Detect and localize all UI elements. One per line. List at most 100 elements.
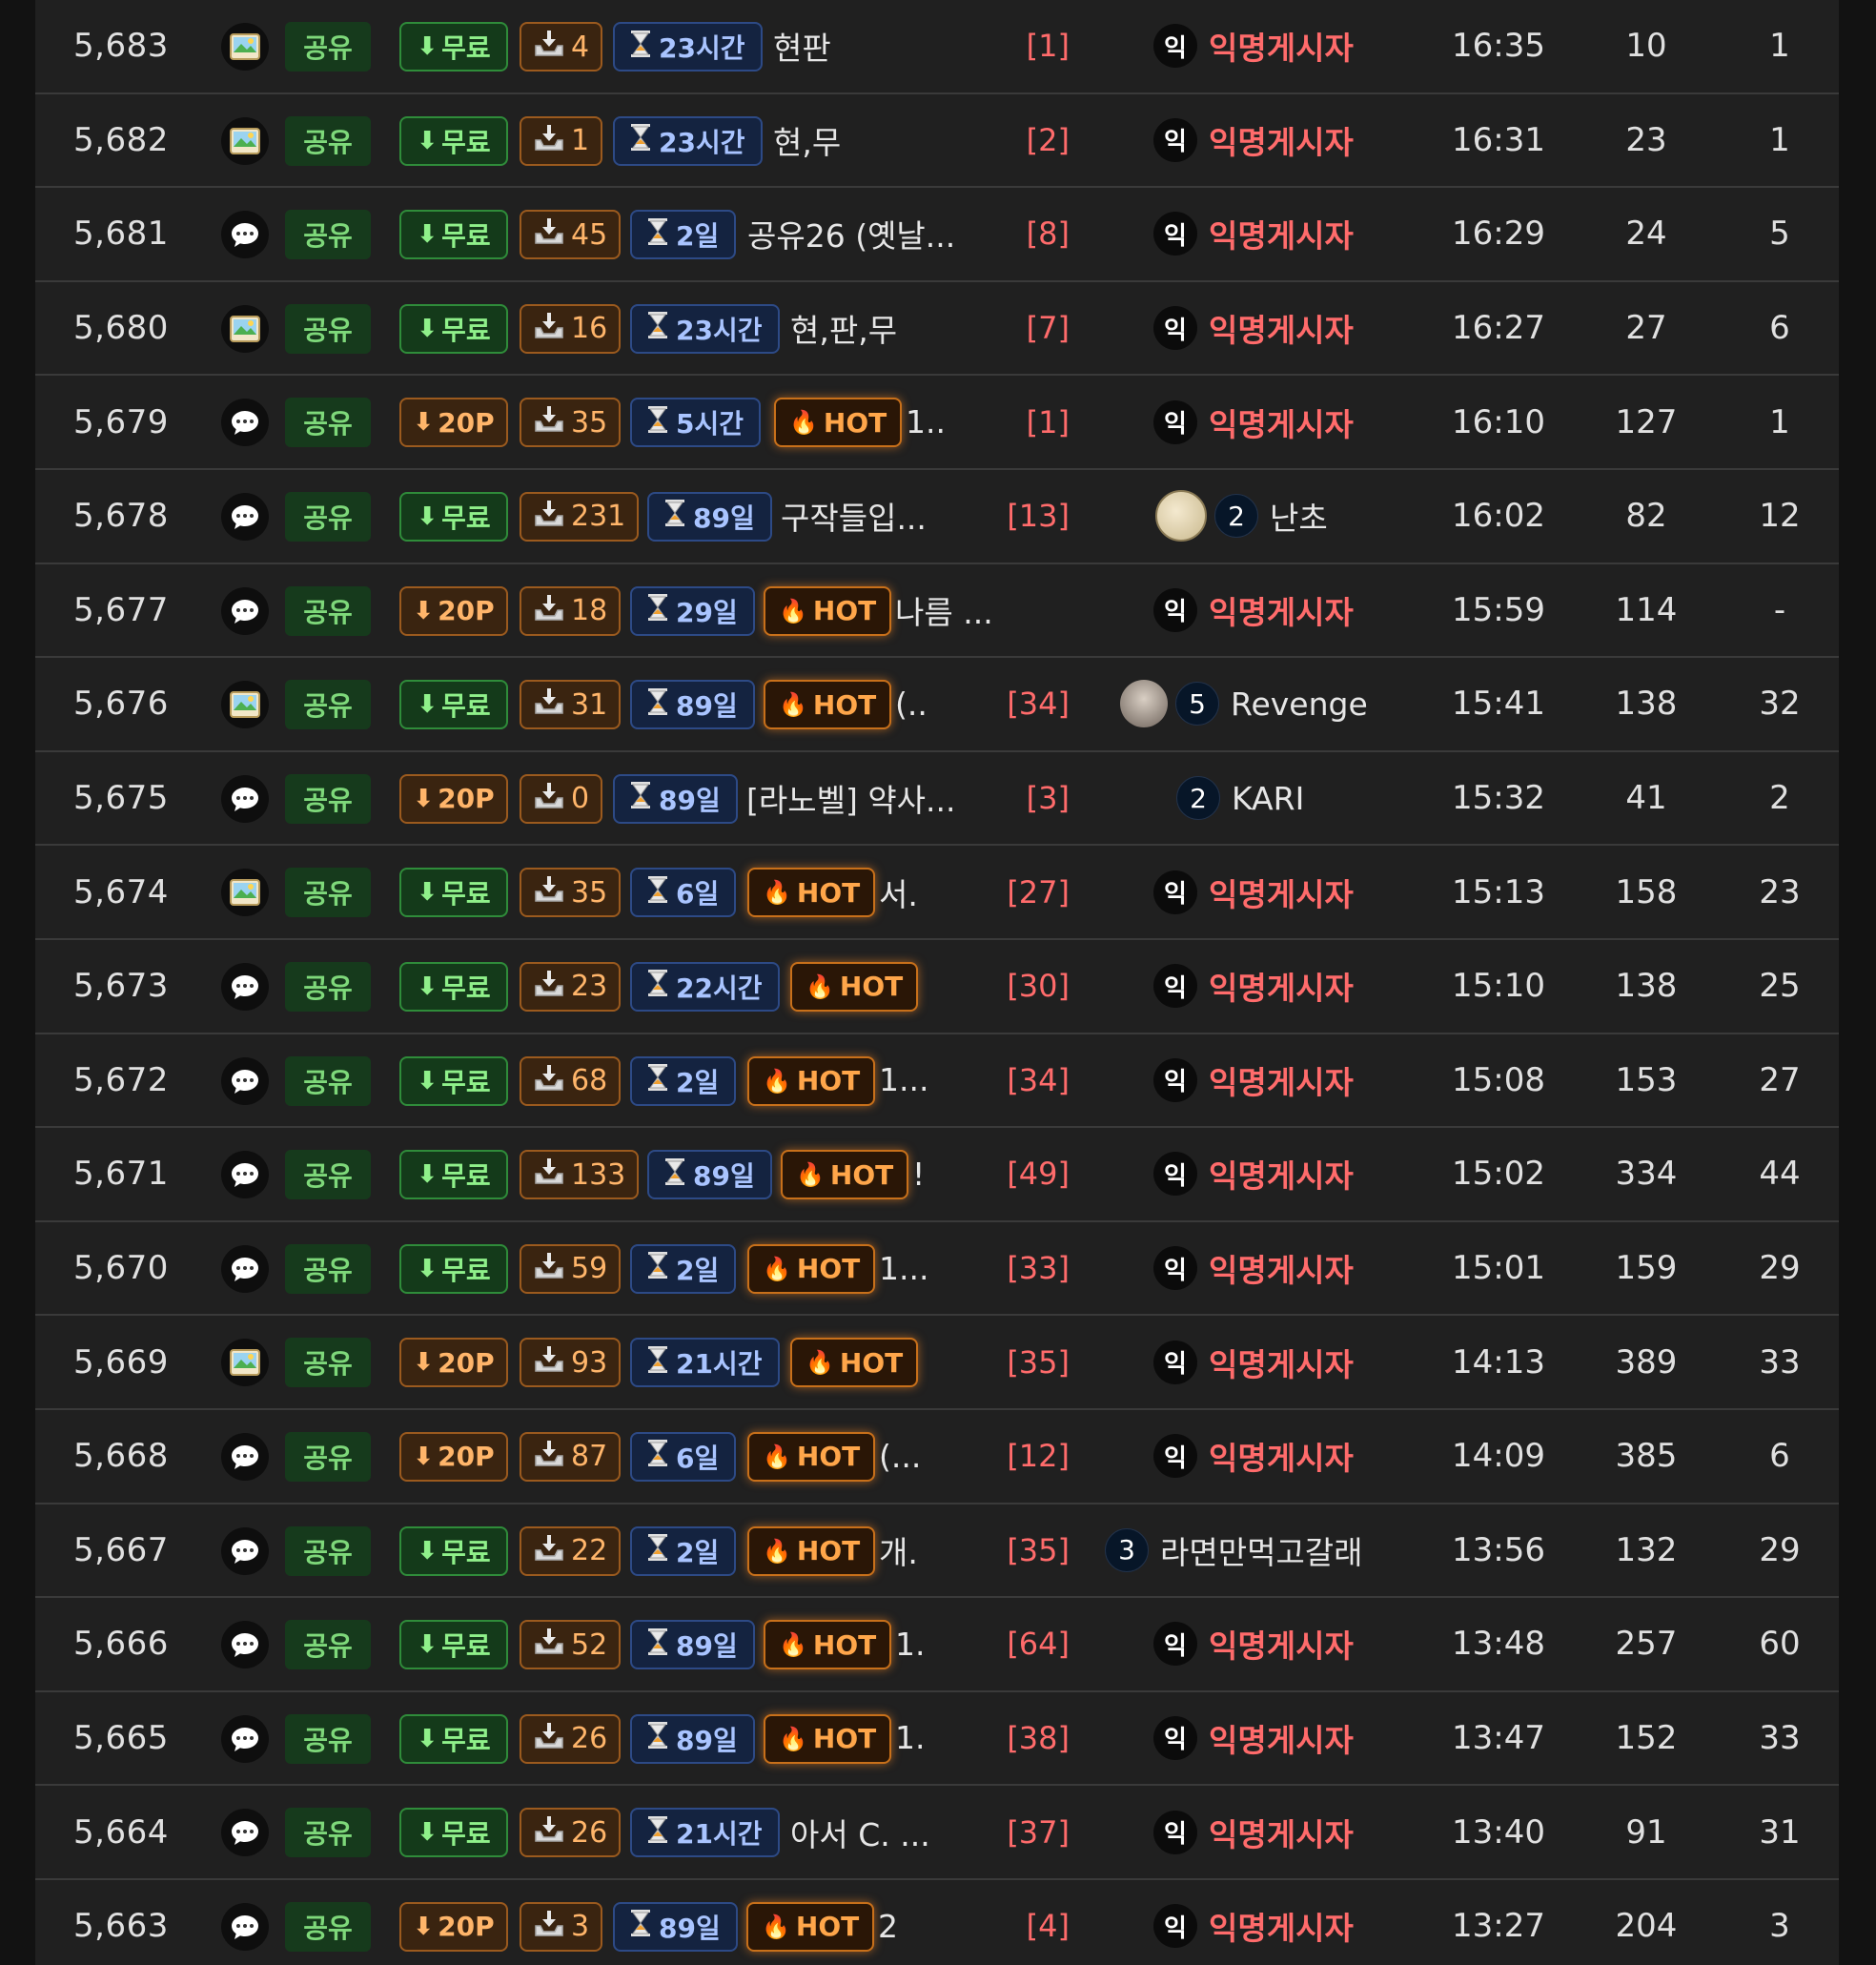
comment-count[interactable]: [2] [1027, 94, 1070, 187]
comment-count[interactable]: [27] [1007, 846, 1070, 938]
table-row[interactable]: 5,678 공유 ⬇ 무료 231 89일 구작들입... [13] 2 난초 16… [35, 470, 1839, 564]
comment-count[interactable]: [7] [1027, 282, 1070, 375]
author[interactable]: 익 익명게시자 [1153, 1034, 1354, 1127]
table-row[interactable]: 5,675 공유 ⬇ 20P 0 89일 [라노벨] 약사... [3] 2 KAR… [35, 752, 1839, 847]
comment-count[interactable]: [1] [1027, 376, 1070, 468]
table-row[interactable]: 5,679 공유 ⬇ 20P 35 5시간 🔥 HOT 1.. [1] 익 익명게시자… [35, 376, 1839, 470]
author[interactable]: 익 익명게시자 [1153, 94, 1354, 187]
author[interactable]: 익 익명게시자 [1153, 940, 1354, 1033]
author-name[interactable]: 익명게시자 [1209, 305, 1354, 351]
table-row[interactable]: 5,666 공유 ⬇ 무료 52 89일 🔥 HOT 1. [64] 익 익명게시자 … [35, 1598, 1839, 1692]
author[interactable]: 익 익명게시자 [1153, 376, 1354, 468]
category-badge[interactable]: 공유 [285, 303, 371, 354]
table-row[interactable]: 5,682 공유 ⬇ 무료 1 23시간 현,무 [2] 익 익명게시자 16:31… [35, 94, 1839, 189]
author-name[interactable]: 익명게시자 [1209, 1151, 1354, 1197]
post-title-link[interactable]: 공유26 (옛날... [747, 188, 955, 280]
comment-count[interactable]: [34] [1007, 1034, 1070, 1127]
author[interactable]: 2 난초 [1155, 470, 1328, 563]
comment-count[interactable]: [34] [1007, 658, 1070, 750]
table-row[interactable]: 5,671 공유 ⬇ 무료 133 89일 🔥 HOT ! [49] 익 익명게시자 … [35, 1128, 1839, 1222]
table-row[interactable]: 5,676 공유 ⬇ 무료 31 89일 🔥 HOT (.. [34] 5 Reven… [35, 658, 1839, 752]
author-name[interactable]: 익명게시자 [1209, 1340, 1354, 1385]
comment-count[interactable]: [1] [1027, 0, 1070, 92]
author[interactable]: 익 익명게시자 [1153, 846, 1354, 938]
category-badge[interactable]: 공유 [285, 773, 371, 824]
author[interactable]: 익 익명게시자 [1153, 1598, 1354, 1690]
author-name[interactable]: 익명게시자 [1209, 1245, 1354, 1291]
post-title-link[interactable]: ! [912, 1128, 925, 1220]
category-badge[interactable]: 공유 [285, 1243, 371, 1294]
comment-count[interactable]: [37] [1007, 1786, 1070, 1878]
comment-count[interactable]: [13] [1007, 470, 1070, 563]
post-title-link[interactable]: 1. [895, 1692, 926, 1785]
comment-count[interactable]: [35] [1007, 1504, 1070, 1597]
post-title-link[interactable]: (... [879, 1410, 921, 1503]
category-badge[interactable]: 공유 [285, 868, 371, 918]
category-badge[interactable]: 공유 [285, 398, 371, 448]
category-badge[interactable]: 공유 [285, 585, 371, 636]
table-row[interactable]: 5,669 공유 ⬇ 20P 93 21시간 🔥 HOT [35] 익 익명게시자 1… [35, 1316, 1839, 1410]
table-row[interactable]: 5,683 공유 ⬇ 무료 4 23시간 현판 [1] 익 익명게시자 16:35 … [35, 0, 1839, 94]
table-row[interactable]: 5,681 공유 ⬇ 무료 45 2일 공유26 (옛날... [8] 익 익명게시… [35, 188, 1839, 282]
category-badge[interactable]: 공유 [285, 1431, 371, 1482]
comment-count[interactable]: [8] [1027, 188, 1070, 280]
table-row[interactable]: 5,668 공유 ⬇ 20P 87 6일 🔥 HOT (... [12] 익 익명게시… [35, 1410, 1839, 1504]
author-name[interactable]: 익명게시자 [1209, 963, 1354, 1009]
author-name[interactable]: Revenge [1231, 686, 1368, 723]
author[interactable]: 익 익명게시자 [1153, 188, 1354, 280]
table-row[interactable]: 5,674 공유 ⬇ 무료 35 6일 🔥 HOT 서. [27] 익 익명게시자 1… [35, 846, 1839, 940]
category-badge[interactable]: 공유 [285, 115, 371, 166]
author[interactable]: 익 익명게시자 [1153, 1128, 1354, 1220]
post-title-link[interactable]: 1... [879, 1034, 928, 1127]
author-name[interactable]: 익명게시자 [1209, 1715, 1354, 1761]
author-name[interactable]: 익명게시자 [1209, 1621, 1354, 1667]
table-row[interactable]: 5,663 공유 ⬇ 20P 3 89일 🔥 HOT 2 [4] 익 익명게시자 13… [35, 1880, 1839, 1965]
table-row[interactable]: 5,677 공유 ⬇ 20P 18 29일 🔥 HOT 나름 ... 익 익명게시자 … [35, 564, 1839, 659]
post-title-link[interactable]: 아서 C. ... [790, 1786, 930, 1878]
category-badge[interactable]: 공유 [285, 1620, 371, 1670]
post-title-link[interactable]: 구작들입... [781, 470, 927, 563]
author-name[interactable]: KARI [1232, 780, 1304, 817]
author-name[interactable]: 익명게시자 [1209, 23, 1354, 69]
table-row[interactable]: 5,667 공유 ⬇ 무료 22 2일 🔥 HOT 개. [35] 3 라면만먹고갈래… [35, 1504, 1839, 1599]
category-badge[interactable]: 공유 [285, 210, 371, 260]
post-title-link[interactable]: 1. [895, 1598, 926, 1690]
comment-count[interactable]: [64] [1007, 1598, 1070, 1690]
category-badge[interactable]: 공유 [285, 22, 371, 72]
author-name[interactable]: 익명게시자 [1209, 587, 1354, 633]
author[interactable]: 익 익명게시자 [1153, 282, 1354, 375]
post-title-link[interactable]: 개. [879, 1504, 918, 1597]
comment-count[interactable]: [38] [1007, 1692, 1070, 1785]
post-title-link[interactable]: 서. [879, 846, 918, 938]
author[interactable]: 익 익명게시자 [1153, 564, 1354, 657]
comment-count[interactable]: [12] [1007, 1410, 1070, 1503]
author[interactable]: 5 Revenge [1120, 658, 1368, 750]
author[interactable]: 익 익명게시자 [1153, 1410, 1354, 1503]
category-badge[interactable]: 공유 [285, 491, 371, 542]
category-badge[interactable]: 공유 [285, 1055, 371, 1106]
author[interactable]: 익 익명게시자 [1153, 1786, 1354, 1878]
author-name[interactable]: 익명게시자 [1209, 1903, 1354, 1949]
author-name[interactable]: 익명게시자 [1209, 1057, 1354, 1103]
author-name[interactable]: 익명게시자 [1209, 399, 1354, 445]
category-badge[interactable]: 공유 [285, 1713, 371, 1764]
author-name[interactable]: 익명게시자 [1209, 870, 1354, 915]
author[interactable]: 익 익명게시자 [1153, 1880, 1354, 1965]
category-badge[interactable]: 공유 [285, 680, 371, 730]
table-row[interactable]: 5,664 공유 ⬇ 무료 26 21시간 아서 C. ... [37] 익 익명게… [35, 1786, 1839, 1880]
comment-count[interactable]: [30] [1007, 940, 1070, 1033]
author[interactable]: 2 KARI [1176, 752, 1304, 845]
post-title-link[interactable]: 1... [879, 1222, 928, 1315]
author-name[interactable]: 익명게시자 [1209, 1810, 1354, 1855]
post-title-link[interactable]: [라노벨] 약사... [746, 752, 956, 845]
author[interactable]: 익 익명게시자 [1153, 1222, 1354, 1315]
author-name[interactable]: 라면만먹고갈래 [1160, 1527, 1363, 1573]
category-badge[interactable]: 공유 [285, 1525, 371, 1576]
comment-count[interactable]: [33] [1007, 1222, 1070, 1315]
author[interactable]: 익 익명게시자 [1153, 1316, 1354, 1408]
category-badge[interactable]: 공유 [285, 1901, 371, 1952]
post-title-link[interactable]: 2 [878, 1880, 898, 1965]
author[interactable]: 익 익명게시자 [1153, 1692, 1354, 1785]
table-row[interactable]: 5,670 공유 ⬇ 무료 59 2일 🔥 HOT 1... [33] 익 익명게시자… [35, 1222, 1839, 1317]
post-title-link[interactable]: 현,판,무 [790, 282, 897, 375]
